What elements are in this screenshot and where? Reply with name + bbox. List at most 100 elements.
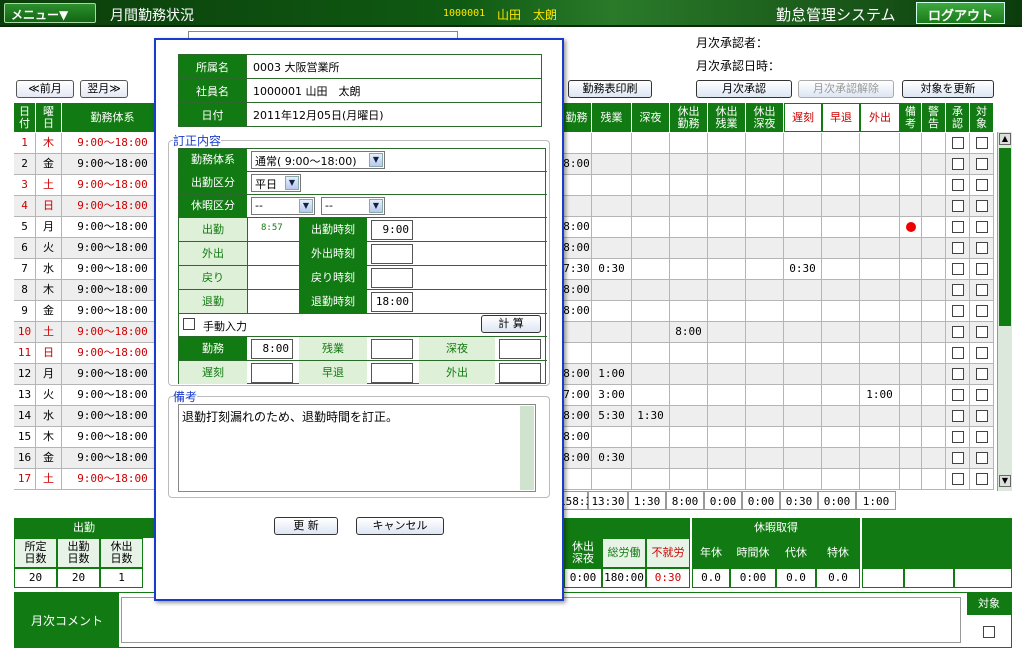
approve-cell [946,196,970,216]
approve-checkbox[interactable] [951,200,964,212]
table-cell [670,301,708,321]
target-checkbox[interactable] [975,179,988,191]
table-cell: 8:00 [562,217,592,237]
late-input[interactable] [251,363,293,383]
leave-type-select-2[interactable]: -- ▼ [321,197,385,215]
system-select[interactable]: 通常( 9:00～18:00) ▼ [251,151,385,169]
target-checkbox[interactable] [975,263,988,275]
approve-checkbox[interactable] [951,305,964,317]
update-target-button[interactable]: 対象を更新 [902,80,994,98]
comment-label: 月次コメント [15,593,119,647]
approve-checkbox[interactable] [951,179,964,191]
target-checkbox[interactable] [975,158,988,170]
remarks-textarea[interactable]: 退勤打刻漏れのため、退勤時間を訂正。 [178,404,536,492]
target-cell [970,196,994,216]
table-cell [860,469,900,489]
note-indicator-icon[interactable] [905,222,916,232]
approve-checkbox[interactable] [951,473,964,485]
warning-cell [922,322,946,342]
target-checkbox[interactable] [975,473,988,485]
night-input[interactable] [499,339,541,359]
table-cell: 8:00 [562,301,592,321]
prev-month-button[interactable]: ≪前月 [16,80,74,98]
table-cell [670,175,708,195]
goout-input[interactable] [499,363,541,383]
menu-button[interactable]: メニュー▼ [4,3,96,23]
approve-checkbox[interactable] [951,137,964,149]
table-cell: 9:00～18:00 [62,322,164,342]
calc-button[interactable]: 計 算 [481,315,541,333]
approve-checkbox[interactable] [951,368,964,380]
dialog-emp-value: 1000001 山田 太朗 [246,78,542,103]
table-cell [784,427,822,447]
approve-checkbox[interactable] [951,452,964,464]
table-cell [746,301,784,321]
approve-checkbox[interactable] [951,284,964,296]
remarks-scrollbar[interactable] [520,406,534,490]
target-checkbox[interactable] [975,137,988,149]
leave-type-value-2: -- [325,199,333,212]
work-input[interactable]: 8:00 [251,339,293,359]
out-time-input[interactable] [371,244,413,264]
approve-checkbox[interactable] [951,410,964,422]
table-cell [592,343,632,363]
summary-attend-value: 20 [57,568,100,588]
summary-leave-value: 0.0 [692,568,730,588]
target-checkbox[interactable] [975,368,988,380]
approve-checkbox[interactable] [951,431,964,443]
approve-button[interactable]: 月次承認 [696,80,792,98]
early-input[interactable] [371,363,413,383]
table-cell [670,469,708,489]
table-cell [670,343,708,363]
target-checkbox[interactable] [975,284,988,296]
target-checkbox[interactable] [975,431,988,443]
target-checkbox[interactable] [975,305,988,317]
target-checkbox[interactable] [975,221,988,233]
target-checkbox[interactable] [975,242,988,254]
table-cell [784,196,822,216]
target-checkbox[interactable] [975,326,988,338]
approve-checkbox[interactable] [951,389,964,401]
scroll-thumb[interactable] [999,148,1011,326]
logout-button[interactable]: ログアウト [916,2,1005,24]
grid-scrollbar[interactable]: ▲ ▼ [997,132,1012,491]
system-label: 勤務体系 [179,149,247,171]
leave-type-value-1: -- [255,199,263,212]
note-cell [900,154,922,174]
approve-checkbox[interactable] [951,347,964,359]
back-time-input[interactable] [371,268,413,288]
approve-checkbox[interactable] [951,263,964,275]
comment-target-checkbox[interactable] [983,626,995,638]
in-time-label: 出勤時刻 [299,218,367,241]
target-checkbox[interactable] [975,200,988,212]
comment-input[interactable] [121,597,961,643]
target-checkbox[interactable] [975,410,988,422]
target-checkbox[interactable] [975,452,988,464]
leave-work-time-input[interactable]: 18:00 [371,292,413,312]
cancel-button[interactable]: キャンセル [356,517,444,535]
target-checkbox[interactable] [975,389,988,401]
approve-checkbox[interactable] [951,158,964,170]
next-month-button[interactable]: 翌月≫ [80,80,128,98]
update-button[interactable]: 更 新 [274,517,338,535]
table-cell [592,196,632,216]
cancel-approve-button[interactable]: 月次承認解除 [798,80,894,98]
approve-checkbox[interactable] [951,242,964,254]
scroll-down-icon[interactable]: ▼ [999,475,1011,487]
manual-input-checkbox[interactable] [183,318,195,330]
approve-checkbox[interactable] [951,326,964,338]
in-time-input[interactable]: 9:00 [371,220,413,240]
warning-cell [922,427,946,447]
table-cell [632,238,670,258]
ot-input[interactable] [371,339,413,359]
attend-type-select[interactable]: 平日 ▼ [251,174,301,192]
target-checkbox[interactable] [975,347,988,359]
table-cell [746,343,784,363]
print-button[interactable]: 勤務表印刷 [568,80,652,98]
leave-type-select-1[interactable]: -- ▼ [251,197,315,215]
approve-checkbox[interactable] [951,221,964,233]
scroll-up-icon[interactable]: ▲ [999,133,1011,145]
table-cell: 9:00～18:00 [62,133,164,153]
target-cell [970,301,994,321]
note-cell [900,322,922,342]
